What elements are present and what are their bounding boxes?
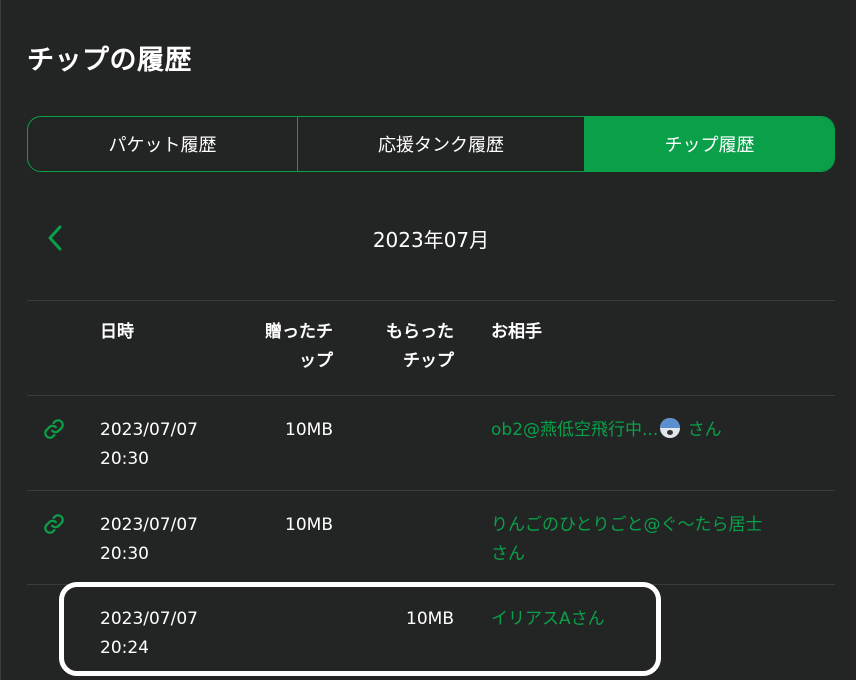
row-datetime: 2023/07/07 20:30 <box>100 511 230 569</box>
table-row: 2023/07/07 20:30 10MB ob2@燕低空飛行中... さん <box>27 396 835 490</box>
link-icon[interactable] <box>43 513 65 535</box>
header-date: 日時 <box>100 322 134 342</box>
row-received: 10MB <box>406 609 454 629</box>
tab-support-tank-history[interactable]: 応援タンク履歴 <box>297 117 584 171</box>
partner-suffix: さん <box>491 544 525 564</box>
month-label: 2023年07月 <box>372 228 490 252</box>
page-title: チップの履歴 <box>27 45 192 76</box>
header-sent: 贈ったチ ップ <box>237 318 333 376</box>
row-date: 2023/07/07 <box>100 420 198 440</box>
table-row: 2023/07/07 20:30 10MB りんごのひとりごと@ぐ〜たら居士 さ… <box>27 491 835 585</box>
header-sent-line2: ップ <box>299 351 333 371</box>
anxious-face-emoji-icon <box>660 418 681 438</box>
tab-tip-history[interactable]: チップ履歴 <box>584 117 834 171</box>
month-selector: 2023年07月 <box>27 206 835 270</box>
table-row: 2023/07/07 20:24 10MB イリアスAさん <box>27 585 835 679</box>
header-received: もらった チップ <box>357 318 454 376</box>
header-sent-line1: 贈ったチ <box>265 322 333 342</box>
row-partner-link[interactable]: りんごのひとりごと@ぐ〜たら居士 さん <box>491 511 821 569</box>
header-received-line1: もらった <box>386 322 454 342</box>
row-time: 20:24 <box>100 638 149 658</box>
divider <box>27 300 835 301</box>
link-icon[interactable] <box>43 418 65 440</box>
partner-name: イリアスAさん <box>491 609 605 629</box>
partner-name: ob2@燕低空飛行中... <box>491 420 659 440</box>
row-time: 20:30 <box>100 449 149 469</box>
partner-suffix: さん <box>687 420 722 440</box>
tip-history-page: チップの履歴 パケット履歴 応援タンク履歴 チップ履歴 2023年07月 日時 … <box>0 0 856 680</box>
row-time: 20:30 <box>100 544 149 564</box>
partner-name: りんごのひとりごと@ぐ〜たら居士 <box>491 515 763 535</box>
row-partner-link[interactable]: イリアスAさん <box>491 605 821 634</box>
row-sent: 10MB <box>285 515 333 535</box>
header-partner: お相手 <box>491 322 542 342</box>
row-date: 2023/07/07 <box>100 609 198 629</box>
row-datetime: 2023/07/07 20:24 <box>100 605 230 663</box>
row-partner-link[interactable]: ob2@燕低空飛行中... さん <box>491 416 821 445</box>
tab-packet-history[interactable]: パケット履歴 <box>28 117 297 171</box>
row-date: 2023/07/07 <box>100 515 198 535</box>
header-received-line2: チップ <box>403 351 454 371</box>
history-tabs: パケット履歴 応援タンク履歴 チップ履歴 <box>27 116 835 172</box>
row-sent: 10MB <box>285 420 333 440</box>
row-datetime: 2023/07/07 20:30 <box>100 416 230 474</box>
